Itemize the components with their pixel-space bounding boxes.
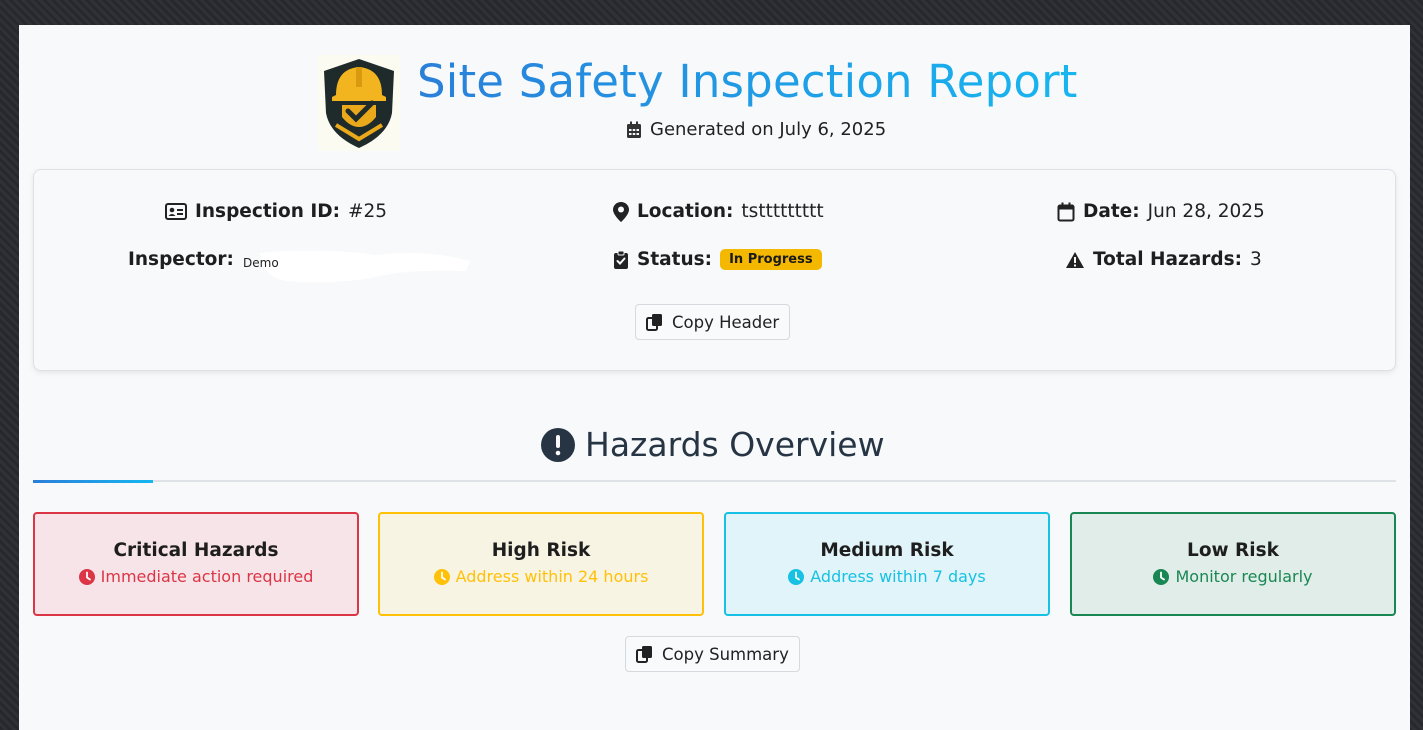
inspection-id-value: #25	[347, 201, 388, 222]
status-label: Status:	[637, 249, 713, 270]
warning-triangle-icon	[1066, 251, 1084, 268]
location-value: tsttttttttt	[741, 201, 824, 222]
inspector-label: Inspector:	[128, 249, 234, 270]
card-subtitle: Address within 7 days	[726, 567, 1048, 586]
card-subtitle: Address within 24 hours	[380, 567, 702, 586]
inspection-info-card: Inspection ID: #25 Location: tsttttttttt…	[33, 169, 1396, 371]
map-pin-icon	[613, 201, 629, 222]
generated-text: Generated on July 6, 2025	[650, 119, 887, 140]
card-subtitle: Immediate action required	[35, 567, 357, 586]
safety-logo-icon	[318, 55, 400, 151]
clock-icon	[788, 568, 805, 585]
page-title: Site Safety Inspection Report	[417, 55, 1078, 108]
inspection-id-label: Inspection ID:	[195, 201, 340, 222]
copy-icon	[636, 646, 652, 663]
inspector-field: Inspector:	[128, 249, 234, 270]
exclamation-circle-icon	[541, 427, 575, 462]
card-title: Critical Hazards	[113, 540, 279, 561]
high-risk-card: High Risk Address within 24 hours	[378, 512, 704, 616]
generated-date: Generated on July 6, 2025	[626, 119, 886, 140]
calendar-icon	[627, 121, 641, 138]
status-badge: In Progress	[720, 249, 822, 270]
date-label: Date:	[1083, 201, 1140, 222]
copy-summary-button[interactable]: Copy Summary	[625, 636, 800, 672]
card-subtitle-text: Immediate action required	[100, 567, 314, 586]
calendar-icon	[1057, 202, 1075, 221]
clock-icon	[433, 568, 450, 585]
medium-risk-card: Medium Risk Address within 7 days	[724, 512, 1050, 616]
location-label: Location:	[637, 201, 734, 222]
total-hazards-field: Total Hazards: 3	[1065, 249, 1262, 270]
card-subtitle-text: Monitor regularly	[1175, 567, 1313, 586]
card-title: Medium Risk	[820, 540, 954, 561]
section-divider	[33, 480, 1396, 482]
status-field: Status: In Progress	[613, 249, 822, 270]
total-hazards-value: 3	[1249, 249, 1262, 270]
low-risk-card: Low Risk Monitor regularly	[1070, 512, 1396, 616]
clock-icon	[1153, 568, 1170, 585]
location-field: Location: tsttttttttt	[613, 201, 824, 222]
date-value: Jun 28, 2025	[1147, 201, 1265, 222]
clipboard-check-icon	[614, 250, 628, 269]
copy-header-button[interactable]: Copy Header	[635, 304, 791, 340]
critical-hazards-card: Critical Hazards Immediate action require…	[33, 512, 359, 616]
card-title: Low Risk	[1187, 540, 1279, 561]
hazards-overview-heading: Hazards Overview	[541, 425, 885, 464]
card-subtitle-text: Address within 7 days	[810, 567, 986, 586]
hazards-overview-title: Hazards Overview	[585, 425, 885, 464]
copy-summary-label: Copy Summary	[662, 644, 789, 664]
copy-header-label: Copy Header	[672, 312, 780, 332]
report-page: Site Safety Inspection Report Generated …	[19, 25, 1410, 730]
inspection-id-field: Inspection ID: #25	[165, 201, 387, 222]
clock-icon	[78, 568, 95, 585]
card-subtitle-text: Address within 24 hours	[455, 567, 649, 586]
id-card-icon	[165, 203, 187, 220]
date-field: Date: Jun 28, 2025	[1057, 201, 1265, 222]
inspector-value: Demo	[243, 256, 279, 270]
card-subtitle: Monitor regularly	[1072, 567, 1394, 586]
redacted-area	[256, 247, 474, 287]
total-hazards-label: Total Hazards:	[1093, 249, 1242, 270]
copy-icon	[646, 314, 662, 331]
card-title: High Risk	[491, 540, 591, 561]
section-divider-accent	[33, 480, 153, 483]
